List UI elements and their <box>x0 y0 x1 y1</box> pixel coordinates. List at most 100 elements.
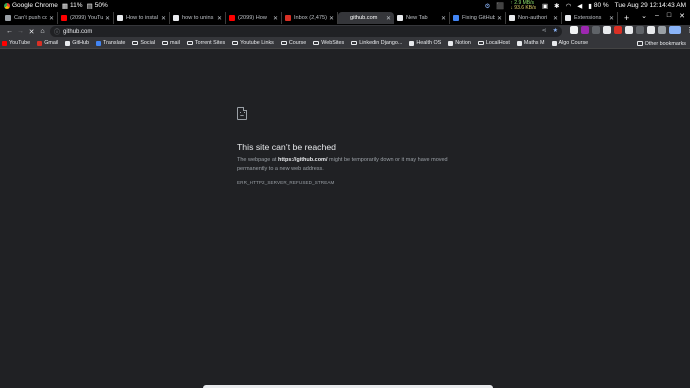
tab-favicon-icon <box>173 15 179 21</box>
bookmark-item[interactable]: Course <box>280 40 306 46</box>
bookmark-item[interactable]: Linkedin Django... <box>351 40 402 46</box>
tab[interactable]: Fixing GitHub ✕ <box>450 12 506 24</box>
extensions-area: ⋮ <box>570 26 690 34</box>
tray-icon[interactable]: ⬛ <box>496 2 504 10</box>
cpu-indicator[interactable]: ▦ 11% <box>62 2 83 10</box>
other-bookmarks[interactable]: Other bookmarks <box>636 38 686 49</box>
bookmark-label: Notion <box>455 40 471 46</box>
tab-close-icon[interactable]: ✕ <box>441 15 446 22</box>
extension-icon[interactable] <box>614 26 622 34</box>
profile-avatar[interactable] <box>669 26 681 34</box>
tab-close-icon[interactable]: ✕ <box>553 15 558 22</box>
bookmark-label: Health OS <box>416 40 442 46</box>
site-info-icon[interactable]: ⓘ <box>54 27 60 36</box>
tab-close-icon[interactable]: ✕ <box>497 15 502 22</box>
home-button[interactable]: ⌂ <box>37 28 48 35</box>
volume-icon[interactable]: ◀ <box>577 2 582 10</box>
minimize-icon[interactable]: – <box>655 12 659 20</box>
tab-list: Can't push co ✕ (2099) YouTub ✕ How to insta… <box>2 12 618 24</box>
tab-favicon-icon <box>61 15 67 21</box>
extension-icon[interactable] <box>592 26 600 34</box>
bookmark-item[interactable]: Social <box>132 40 155 46</box>
bookmark-star-icon[interactable]: ★ <box>553 27 558 34</box>
bookmark-item[interactable]: LocalHost <box>477 40 510 46</box>
tab-title: Can't push co <box>14 15 47 21</box>
bookmark-item[interactable]: GitHub <box>65 40 89 46</box>
tab-title: (2099) YouTub <box>70 15 103 21</box>
tab[interactable]: Inbox (2,475) ✕ <box>282 12 338 24</box>
maximize-icon[interactable]: □ <box>667 12 671 20</box>
bookmark-item[interactable]: Youtube Links <box>232 40 274 46</box>
new-tab-button[interactable]: + <box>624 13 629 23</box>
bookmark-list: YouTube Gmail GitHub Translate Social mail Tor… <box>2 40 595 46</box>
battery-icon: ▮ <box>588 2 592 10</box>
error-url: https://github.com/ <box>277 157 328 163</box>
tab-title: Extensions <box>574 15 602 21</box>
battery-indicator[interactable]: ▮ 80 % <box>588 2 608 10</box>
error-title: This site can’t be reached <box>237 142 336 152</box>
system-tray-icon[interactable]: ⚙ <box>484 2 490 10</box>
extension-icon[interactable] <box>625 26 633 34</box>
bookmark-item[interactable]: Algo Course <box>551 40 589 46</box>
bluetooth-icon[interactable]: ✱ <box>554 2 559 10</box>
bookmark-label: LocalHost <box>485 40 510 46</box>
url-text[interactable]: github.com <box>63 29 92 35</box>
tab[interactable]: New Tab ✕ <box>394 12 450 24</box>
tab-close-icon[interactable]: ✕ <box>273 15 278 22</box>
clock[interactable]: Tue Aug 29 12:14:43 AM <box>615 2 686 9</box>
bookmark-label: Algo Course <box>558 40 589 46</box>
folder-icon <box>477 40 484 46</box>
stop-button[interactable]: ✕ <box>26 28 37 36</box>
back-button[interactable]: ← <box>4 28 15 35</box>
tab-close-icon[interactable]: ✕ <box>386 15 391 22</box>
tab[interactable]: how to unins ✕ <box>170 12 226 24</box>
tab[interactable]: (2099) YouTub ✕ <box>58 12 114 24</box>
tab-close-icon[interactable]: ✕ <box>609 15 614 22</box>
chrome-app-indicator[interactable]: Google Chrome <box>4 2 58 9</box>
bookmark-item[interactable]: Maths M <box>516 40 545 46</box>
app-name: Google Chrome <box>12 2 58 9</box>
share-icon[interactable]: ⋖ <box>542 27 547 34</box>
tab[interactable]: Can't push co ✕ <box>2 12 58 24</box>
tab-close-icon[interactable]: ✕ <box>329 15 334 22</box>
folder-icon <box>280 40 287 46</box>
tab[interactable]: Non-authori ✕ <box>506 12 562 24</box>
bookmark-item[interactable]: Translate <box>96 40 125 46</box>
extension-icon[interactable] <box>603 26 611 34</box>
tab-close-icon[interactable]: ✕ <box>49 15 54 22</box>
extension-icon[interactable] <box>570 26 578 34</box>
extension-icon[interactable] <box>636 26 644 34</box>
chrome-icon <box>4 2 10 9</box>
close-window-icon[interactable]: ✕ <box>679 12 685 20</box>
tab[interactable]: github.com ✕ <box>338 12 394 24</box>
tab[interactable]: How to instal ✕ <box>114 12 170 24</box>
tab[interactable]: Extensions ✕ <box>562 12 618 24</box>
clipboard-icon[interactable]: ▣ <box>542 2 548 10</box>
bookmark-item[interactable]: Notion <box>448 40 471 46</box>
bookmark-item[interactable]: mail <box>162 40 180 46</box>
memory-indicator[interactable]: ▤ 50% <box>87 2 108 10</box>
extension-icon[interactable] <box>647 26 655 34</box>
bookmark-favicon-icon <box>65 40 71 46</box>
bookmark-item[interactable]: WebSites <box>313 40 344 46</box>
tab-close-icon[interactable]: ✕ <box>217 15 222 22</box>
tab-close-icon[interactable]: ✕ <box>105 15 110 22</box>
bookmark-item[interactable]: YouTube <box>2 40 30 46</box>
extensions-puzzle-icon[interactable] <box>658 26 666 34</box>
address-bar[interactable]: ⓘ github.com ⋖ ★ <box>50 26 562 37</box>
bookmark-item[interactable]: Health OS <box>409 40 441 46</box>
tab[interactable]: (2099) How ✕ <box>226 12 282 24</box>
tab-close-icon[interactable]: ✕ <box>161 15 166 22</box>
wifi-icon[interactable]: ◠ <box>566 2 572 10</box>
bookmark-favicon-icon <box>448 40 454 46</box>
cpu-icon: ▦ <box>61 2 69 10</box>
extension-icon[interactable] <box>581 26 589 34</box>
tab-search-icon[interactable]: ⌄ <box>641 12 647 20</box>
tab-title: (2099) How <box>238 15 267 21</box>
bookmark-item[interactable]: Torrent Sites <box>186 40 225 46</box>
tab-favicon-icon <box>565 15 571 21</box>
menu-icon[interactable]: ⋮ <box>684 26 690 34</box>
bookmarks-bar: YouTube Gmail GitHub Translate Social mail Tor… <box>0 38 690 49</box>
bookmark-item[interactable]: Gmail <box>37 40 58 46</box>
forward-button[interactable]: → <box>15 28 26 35</box>
